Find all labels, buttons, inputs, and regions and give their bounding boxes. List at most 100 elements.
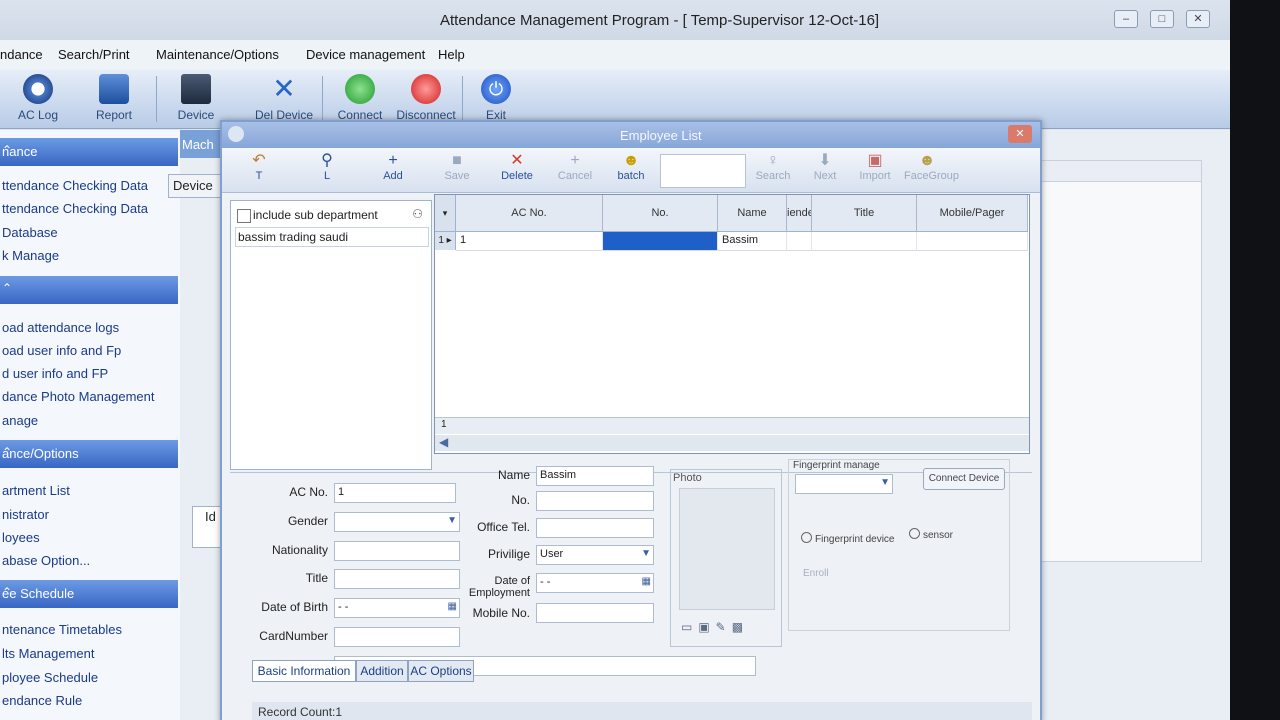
next-button[interactable]: ⬇ Next	[802, 152, 848, 182]
column-gender[interactable]: iende	[787, 195, 812, 232]
delete-button[interactable]: ✕ Delete	[494, 152, 540, 182]
collapse-icon[interactable]: ⌃	[2, 143, 160, 157]
date-of-employment-field[interactable]: - - ▦	[536, 573, 654, 593]
nav-item[interactable]: oad attendance logs	[2, 320, 119, 335]
column-title[interactable]: Title	[812, 195, 917, 232]
toolbar-t-label: T	[255, 170, 263, 182]
table-row-cell[interactable]	[917, 232, 1028, 251]
include-sub-department-label: include sub department	[253, 208, 378, 222]
department-tree-icon[interactable]: ⚇	[412, 207, 423, 221]
nav-item[interactable]: nistrator	[2, 507, 49, 522]
table-row-cell[interactable]: Bassim	[718, 232, 787, 251]
nav-section-header[interactable]: ee Schedule ⌃	[0, 580, 178, 608]
scroll-left-icon[interactable]: ◀	[439, 435, 448, 449]
menu-bar: ndance Search/Print Maintenance/Options …	[0, 40, 1230, 71]
dialog-close-button[interactable]: ✕	[1008, 125, 1032, 143]
nav-section-header[interactable]: ⌃	[0, 276, 178, 304]
nav-item[interactable]: ttendance Checking Data	[2, 178, 148, 193]
photo-tool-icons[interactable]: ▭▣✎▩	[681, 620, 749, 634]
maximize-button[interactable]: □	[1150, 10, 1174, 28]
disconnect-button[interactable]: Disconnect	[396, 74, 456, 122]
nav-item[interactable]: dance Photo Management	[2, 389, 155, 404]
calendar-icon[interactable]: ▦	[642, 576, 651, 587]
nav-item[interactable]: k Manage	[2, 248, 59, 263]
sensor-radio[interactable]: sensor	[909, 528, 953, 541]
batch-button[interactable]: ☻ batch	[608, 152, 654, 182]
enroll-button[interactable]: Enroll	[803, 568, 829, 579]
card-number-field[interactable]	[334, 627, 460, 647]
nav-item[interactable]: Database	[2, 225, 58, 240]
privilige-select[interactable]: User ▼	[536, 545, 654, 565]
id-header-label: Id	[205, 509, 216, 524]
save-button[interactable]: ■ Save	[434, 152, 480, 182]
menu-help[interactable]: Help	[438, 47, 465, 62]
employee-grid: ▾ AC No. No. Name iende Title Mobile/Pag…	[434, 194, 1030, 454]
tab-addition[interactable]: Addition	[356, 660, 408, 682]
nav-item[interactable]: endance Rule	[2, 693, 82, 708]
table-row-cell[interactable]	[812, 232, 917, 251]
add-button[interactable]: + Add	[370, 152, 416, 182]
include-sub-department-checkbox[interactable]	[237, 209, 251, 223]
device-button[interactable]: Device	[166, 74, 226, 122]
collapse-icon[interactable]: ⌃	[2, 585, 160, 599]
gender-select[interactable]: ▼	[334, 512, 460, 532]
connect-button[interactable]: Connect	[330, 74, 390, 122]
nav-item[interactable]: d user info and FP	[2, 366, 108, 381]
title-field[interactable]	[334, 569, 460, 589]
office-tel-field[interactable]	[536, 518, 654, 538]
column-mobile-pager[interactable]: Mobile/Pager	[917, 195, 1028, 232]
del-device-button[interactable]: ✕ Del Device	[254, 74, 314, 123]
nav-item[interactable]: oad user info and Fp	[2, 343, 121, 358]
tab-ac-options[interactable]: AC Options	[408, 660, 474, 682]
menu-device-management[interactable]: Device management	[306, 47, 425, 62]
ac-log-button[interactable]: AC Log	[8, 74, 68, 122]
import-button[interactable]: ▣ Import	[852, 152, 898, 182]
collapse-icon[interactable]: ⌃	[2, 281, 160, 295]
column-no[interactable]: No.	[603, 195, 718, 232]
nav-section-header[interactable]: ance/Options ⌃	[0, 440, 178, 468]
toolbar-t-button[interactable]: ↶ T	[236, 152, 282, 182]
nav-section-header[interactable]: nance ⌃	[0, 138, 178, 166]
search-field[interactable]	[660, 154, 746, 188]
connect-device-button[interactable]: Connect Device	[923, 468, 1005, 490]
dob-field[interactable]: - - ▦	[334, 598, 460, 618]
report-button[interactable]: Report	[84, 74, 144, 122]
nav-item[interactable]: lts Management	[2, 646, 95, 661]
table-row-cell-selected[interactable]	[603, 232, 718, 251]
tab-basic-information[interactable]: Basic Information	[252, 660, 356, 682]
no-field[interactable]	[536, 491, 654, 511]
menu-maintenance-options[interactable]: Maintenance/Options	[156, 47, 279, 62]
ac-no-field[interactable]: 1	[334, 483, 456, 503]
close-button[interactable]: ✕	[1186, 10, 1210, 28]
next-label: Next	[813, 170, 837, 182]
facegroup-button[interactable]: ☻ FaceGroup	[904, 152, 959, 182]
photo-frame[interactable]	[679, 488, 775, 610]
nav-item[interactable]: anage	[2, 413, 38, 428]
table-row-cell[interactable]	[787, 232, 812, 251]
toolbar-l-button[interactable]: ⚲ L	[304, 152, 350, 182]
menu-attendance[interactable]: ndance	[0, 47, 43, 62]
table-row-cell[interactable]: 1	[456, 232, 603, 251]
horizontal-scrollbar[interactable]: ◀	[435, 435, 1029, 451]
nav-item[interactable]: artment List	[2, 483, 70, 498]
nav-item[interactable]: ployee Schedule	[2, 670, 98, 685]
nav-item[interactable]: loyees	[2, 530, 40, 545]
collapse-icon[interactable]: ⌃	[2, 445, 160, 459]
row-indicator[interactable]: 1 ▸	[435, 232, 456, 250]
minimize-button[interactable]: –	[1114, 10, 1138, 28]
column-ac-no[interactable]: AC No.	[456, 195, 603, 232]
nationality-field[interactable]	[334, 541, 460, 561]
nav-item[interactable]: ttendance Checking Data	[2, 201, 148, 216]
nav-item[interactable]: ntenance Timetables	[2, 622, 122, 637]
column-name[interactable]: Name	[718, 195, 787, 232]
fingerprint-select[interactable]: ▼	[795, 474, 893, 494]
mobile-no-field[interactable]	[536, 603, 654, 623]
fingerprint-device-radio[interactable]: Fingerprint device	[801, 532, 894, 545]
grid-corner[interactable]: ▾	[435, 195, 456, 232]
department-item[interactable]: bassim trading saudi	[235, 227, 429, 247]
nav-item[interactable]: abase Option...	[2, 553, 90, 568]
cancel-button[interactable]: + Cancel	[552, 152, 598, 182]
search-button[interactable]: ♀ Search	[750, 152, 796, 182]
name-field[interactable]: Bassim	[536, 466, 654, 486]
menu-search-print[interactable]: Search/Print	[58, 47, 130, 62]
